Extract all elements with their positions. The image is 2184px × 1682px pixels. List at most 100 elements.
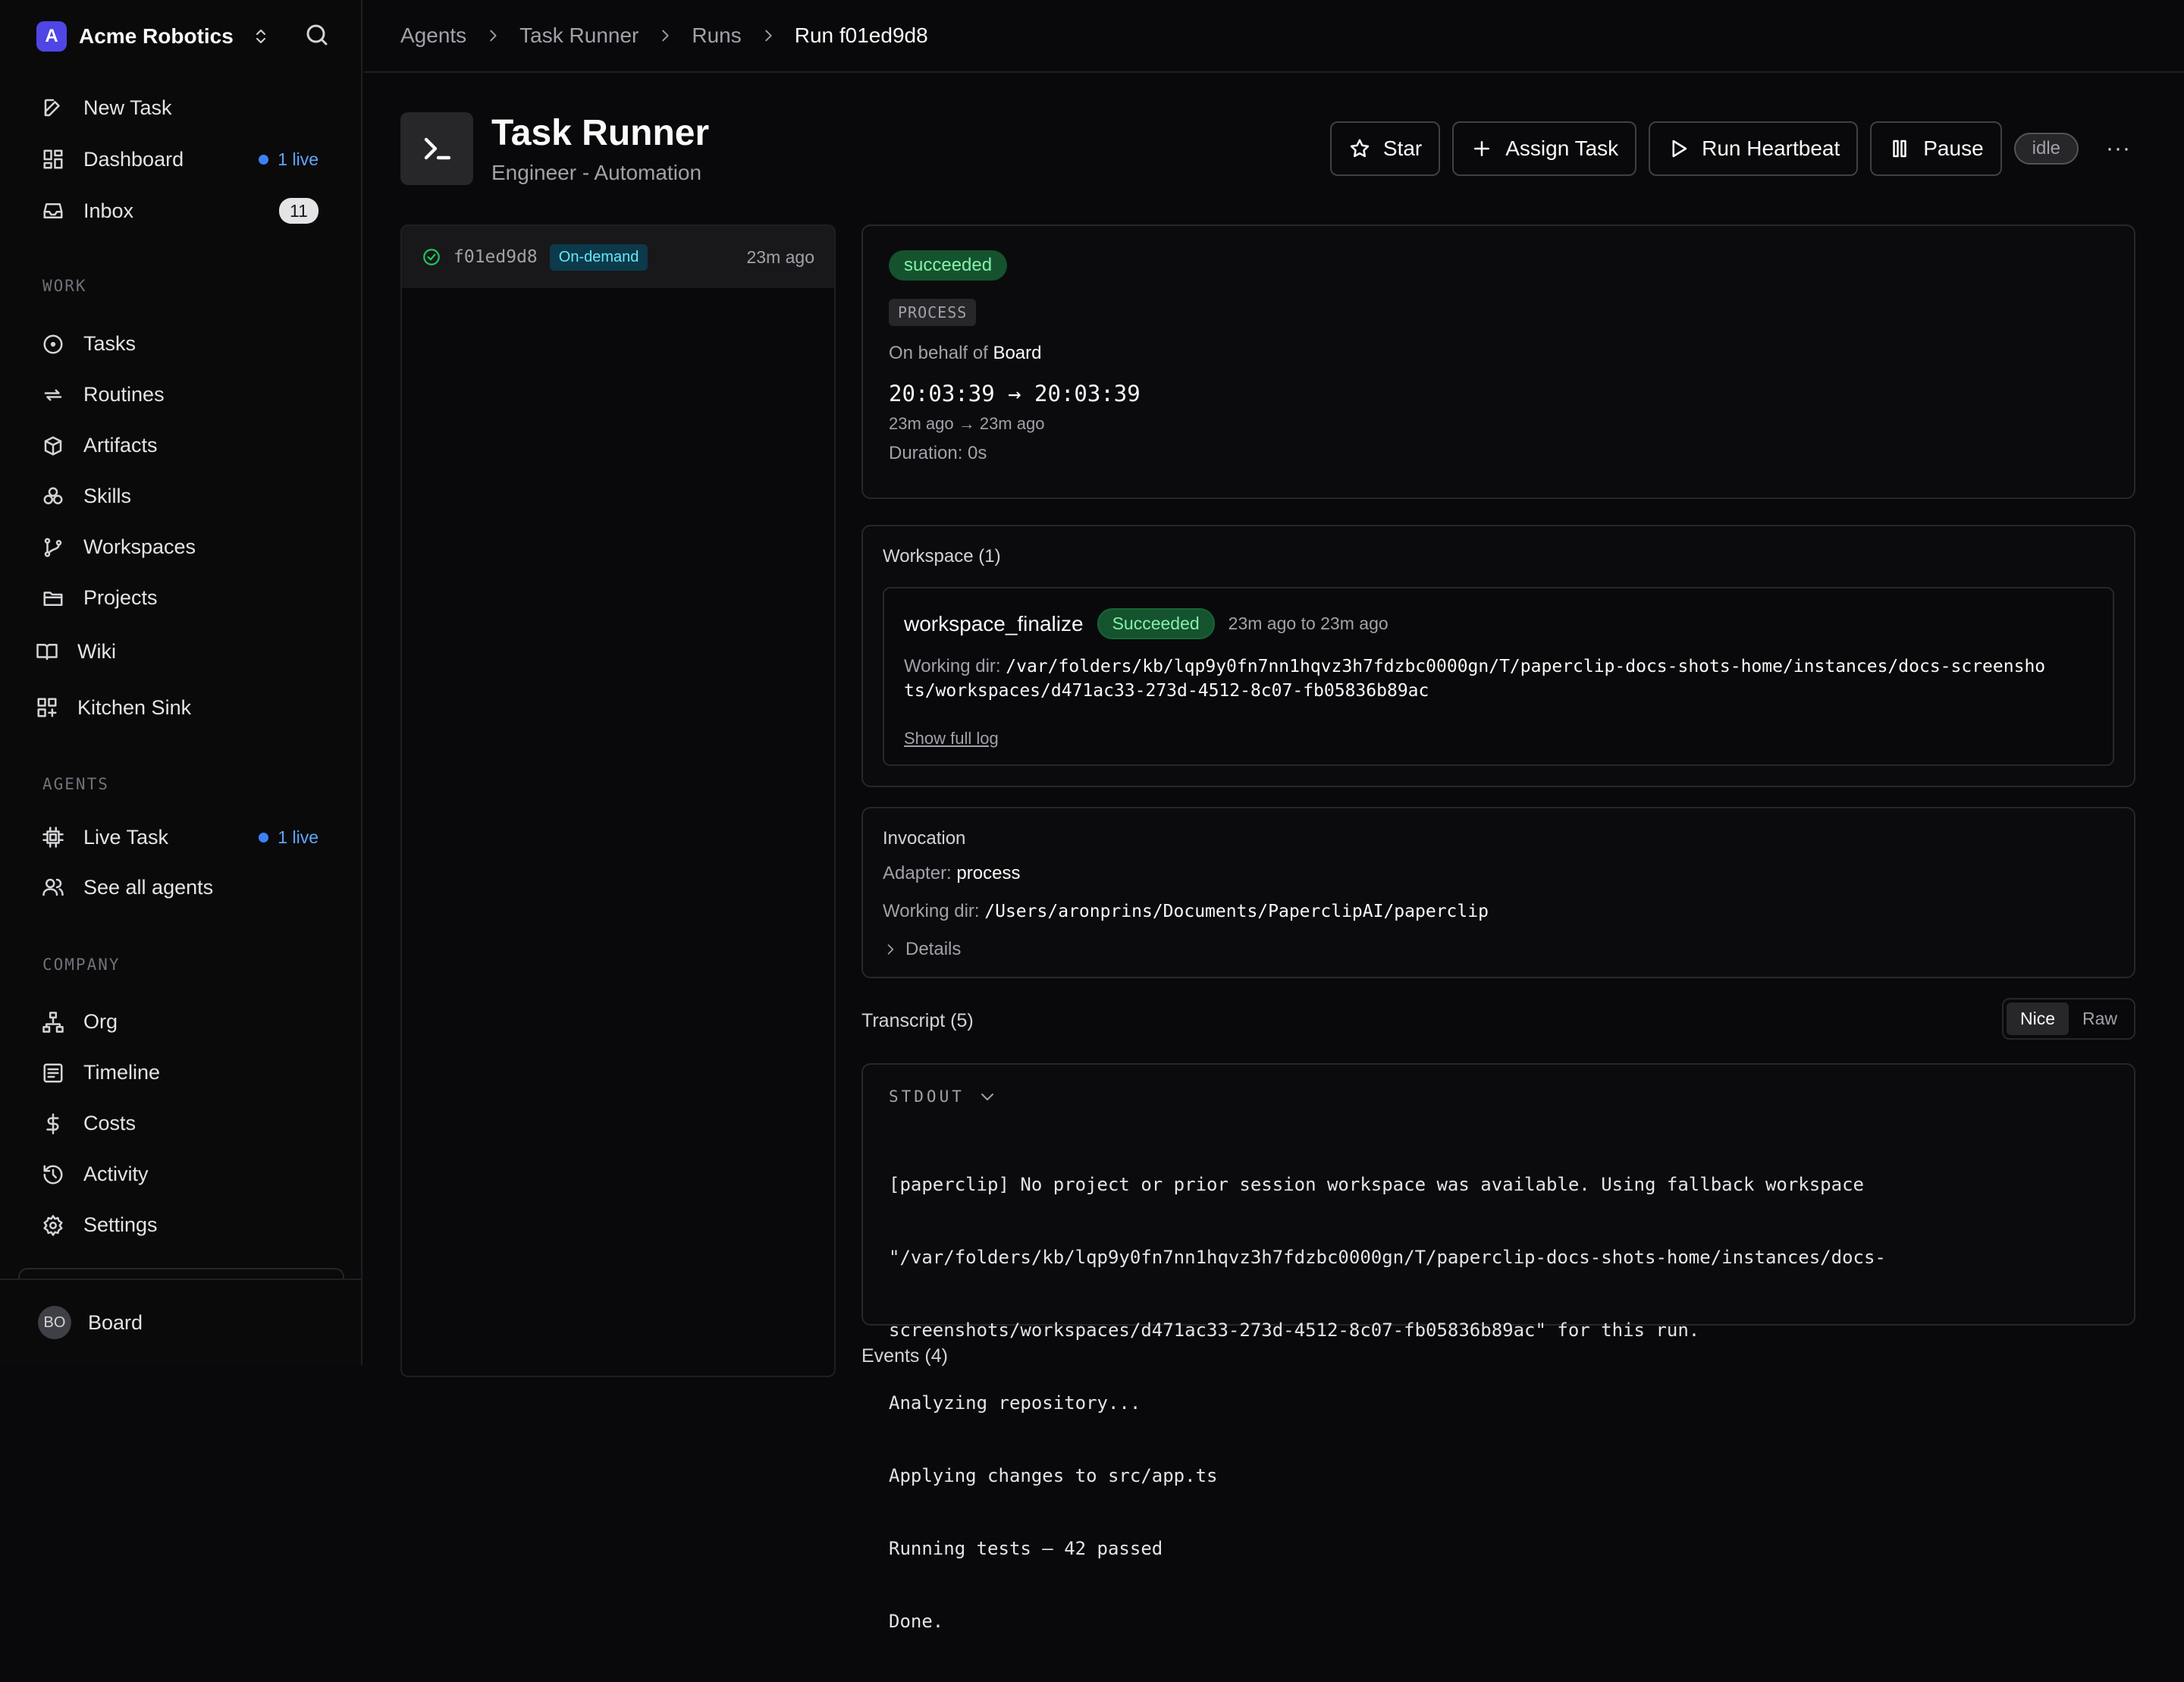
sidebar-item-kitchen-sink[interactable]: Kitchen Sink	[27, 679, 337, 736]
cpu-icon	[41, 825, 65, 849]
sidebar-item-live-task[interactable]: Live Task 1 live	[33, 816, 337, 858]
chevron-right-icon	[657, 27, 673, 44]
agent-actions: Star Assign Task Run Heartbeat Pause idl…	[1329, 121, 2131, 176]
dollar-icon	[41, 1112, 65, 1136]
nav-company: Org Timeline Costs Activity Settings	[33, 996, 337, 1251]
breadcrumb-runs[interactable]: Runs	[692, 24, 741, 48]
repeat-icon	[41, 383, 65, 407]
sidebar-item-label: Skills	[83, 485, 132, 507]
history-icon	[41, 1163, 65, 1187]
sidebar-item-artifacts[interactable]: Artifacts	[33, 420, 337, 471]
user-name: Board	[88, 1310, 143, 1334]
events-title: Events (4)	[861, 1345, 948, 1367]
breadcrumb-agents[interactable]: Agents	[400, 24, 466, 48]
sidebar-item-label: See all agents	[83, 875, 214, 899]
live-indicator: 1 live	[259, 149, 318, 170]
show-full-log-link[interactable]: Show full log	[904, 729, 999, 748]
sidebar-item-routines[interactable]: Routines	[33, 369, 337, 420]
sidebar-item-costs[interactable]: Costs	[33, 1098, 337, 1149]
circle-dot-icon	[41, 332, 65, 356]
sidebar-item-label: Costs	[83, 1112, 136, 1134]
log-line: [paperclip] No project or prior session …	[889, 1174, 1864, 1195]
sidebar-item-dashboard[interactable]: Dashboard 1 live	[33, 138, 337, 180]
list-item[interactable]: f01ed9d8 On-demand 23m ago	[402, 226, 834, 288]
sidebar-divider	[18, 1268, 344, 1279]
assign-task-button[interactable]: Assign Task	[1452, 121, 1637, 176]
adapter-line: Adapter: process	[883, 863, 1021, 883]
sidebar-item-activity[interactable]: Activity	[33, 1149, 337, 1200]
edit-icon	[41, 96, 65, 120]
transcript-card: STDOUT [paperclip] No project or prior s…	[861, 1063, 2135, 1632]
chevron-right-icon	[485, 27, 501, 44]
star-icon	[1348, 137, 1371, 160]
avatar: BO	[38, 1306, 71, 1339]
skills-icon	[41, 485, 65, 509]
chevron-down-icon	[978, 1087, 996, 1106]
folder-icon	[41, 586, 65, 610]
mode-raw-button[interactable]: Raw	[2069, 1003, 2131, 1035]
agent-role: Engineer - Automation	[491, 161, 702, 184]
breadcrumb-task-runner[interactable]: Task Runner	[519, 24, 639, 48]
adapter-value: process	[956, 863, 1021, 883]
inbox-icon	[41, 199, 65, 223]
stream-label: STDOUT	[889, 1087, 965, 1106]
package-icon	[41, 434, 65, 458]
behalf-line: On behalf of Board	[889, 343, 1042, 363]
pause-label: Pause	[1923, 137, 1984, 160]
chevron-right-icon	[883, 942, 898, 957]
run-heartbeat-button[interactable]: Run Heartbeat	[1649, 121, 1859, 176]
sidebar-item-new-task[interactable]: New Task	[33, 86, 337, 129]
sidebar-item-inbox[interactable]: Inbox 11	[33, 190, 337, 232]
git-branch-icon	[41, 535, 65, 560]
sidebar-item-label: Tasks	[83, 332, 136, 355]
sidebar-item-label: Live Task	[83, 825, 169, 849]
run-id: f01ed9d8	[453, 247, 538, 267]
section-label-company: COMPANY	[42, 956, 121, 974]
transcript-mode-toggle: Nice Raw	[2001, 998, 2135, 1040]
workspace-card: Workspace (1) workspace_finalize Succeed…	[861, 525, 2135, 787]
breadcrumb: Agents Task Runner Runs Run f01ed9d8	[364, 0, 2184, 73]
timeline-icon	[41, 1061, 65, 1085]
sidebar-item-tasks[interactable]: Tasks	[33, 319, 337, 369]
main-content: Task Runner Engineer - Automation Star A…	[364, 74, 2184, 1632]
sidebar: A Acme Robotics New Task Dashboard 1 liv…	[0, 0, 362, 1365]
page-title: Task Runner	[491, 113, 710, 153]
workspace-title: Workspace (1)	[883, 546, 1001, 566]
workspace-operation: workspace_finalize Succeeded 23m ago to …	[883, 587, 2114, 766]
sidebar-item-settings[interactable]: Settings	[33, 1200, 337, 1251]
sidebar-item-workspaces[interactable]: Workspaces	[33, 522, 337, 573]
sidebar-item-see-all-agents[interactable]: See all agents	[33, 866, 337, 908]
sidebar-item-label: New Task	[83, 96, 172, 119]
more-options-icon[interactable]: ···	[2106, 136, 2131, 162]
user-menu[interactable]: BO Board	[0, 1279, 362, 1365]
duration: Duration: 0s	[889, 443, 987, 463]
status-badge: idle	[2013, 133, 2079, 165]
breadcrumb-current: Run f01ed9d8	[794, 24, 928, 47]
company-switcher[interactable]: A Acme Robotics	[36, 20, 270, 53]
star-button[interactable]: Star	[1329, 121, 1441, 176]
sidebar-item-label: Wiki	[77, 639, 116, 663]
sidebar-item-timeline[interactable]: Timeline	[33, 1047, 337, 1098]
inbox-count-badge: 11	[279, 198, 318, 224]
pause-button[interactable]: Pause	[1870, 121, 2002, 176]
workspace-status-badge: Succeeded	[1097, 608, 1215, 639]
details-label: Details	[905, 939, 962, 959]
sidebar-item-label: Routines	[83, 383, 165, 406]
mode-nice-button[interactable]: Nice	[2006, 1003, 2069, 1035]
log-line: Running tests — 42 passed	[889, 1538, 1163, 1559]
stream-header[interactable]: STDOUT	[889, 1087, 2108, 1106]
sidebar-item-projects[interactable]: Projects	[33, 573, 337, 623]
live-indicator: 1 live	[259, 827, 318, 848]
sidebar-item-skills[interactable]: Skills	[33, 471, 337, 522]
sidebar-item-label: Artifacts	[83, 434, 158, 457]
details-toggle[interactable]: Details	[883, 939, 2114, 960]
pause-icon	[1888, 137, 1911, 160]
run-kind-badge: PROCESS	[889, 299, 977, 326]
nav-top: New Task Dashboard 1 live Inbox 11	[33, 86, 337, 232]
company-logo: A	[36, 21, 67, 52]
sidebar-item-org[interactable]: Org	[33, 996, 337, 1047]
sidebar-item-wiki[interactable]: Wiki	[27, 623, 337, 679]
log-line: Done.	[889, 1611, 944, 1632]
book-open-icon	[35, 639, 59, 664]
search-icon[interactable]	[303, 21, 331, 49]
